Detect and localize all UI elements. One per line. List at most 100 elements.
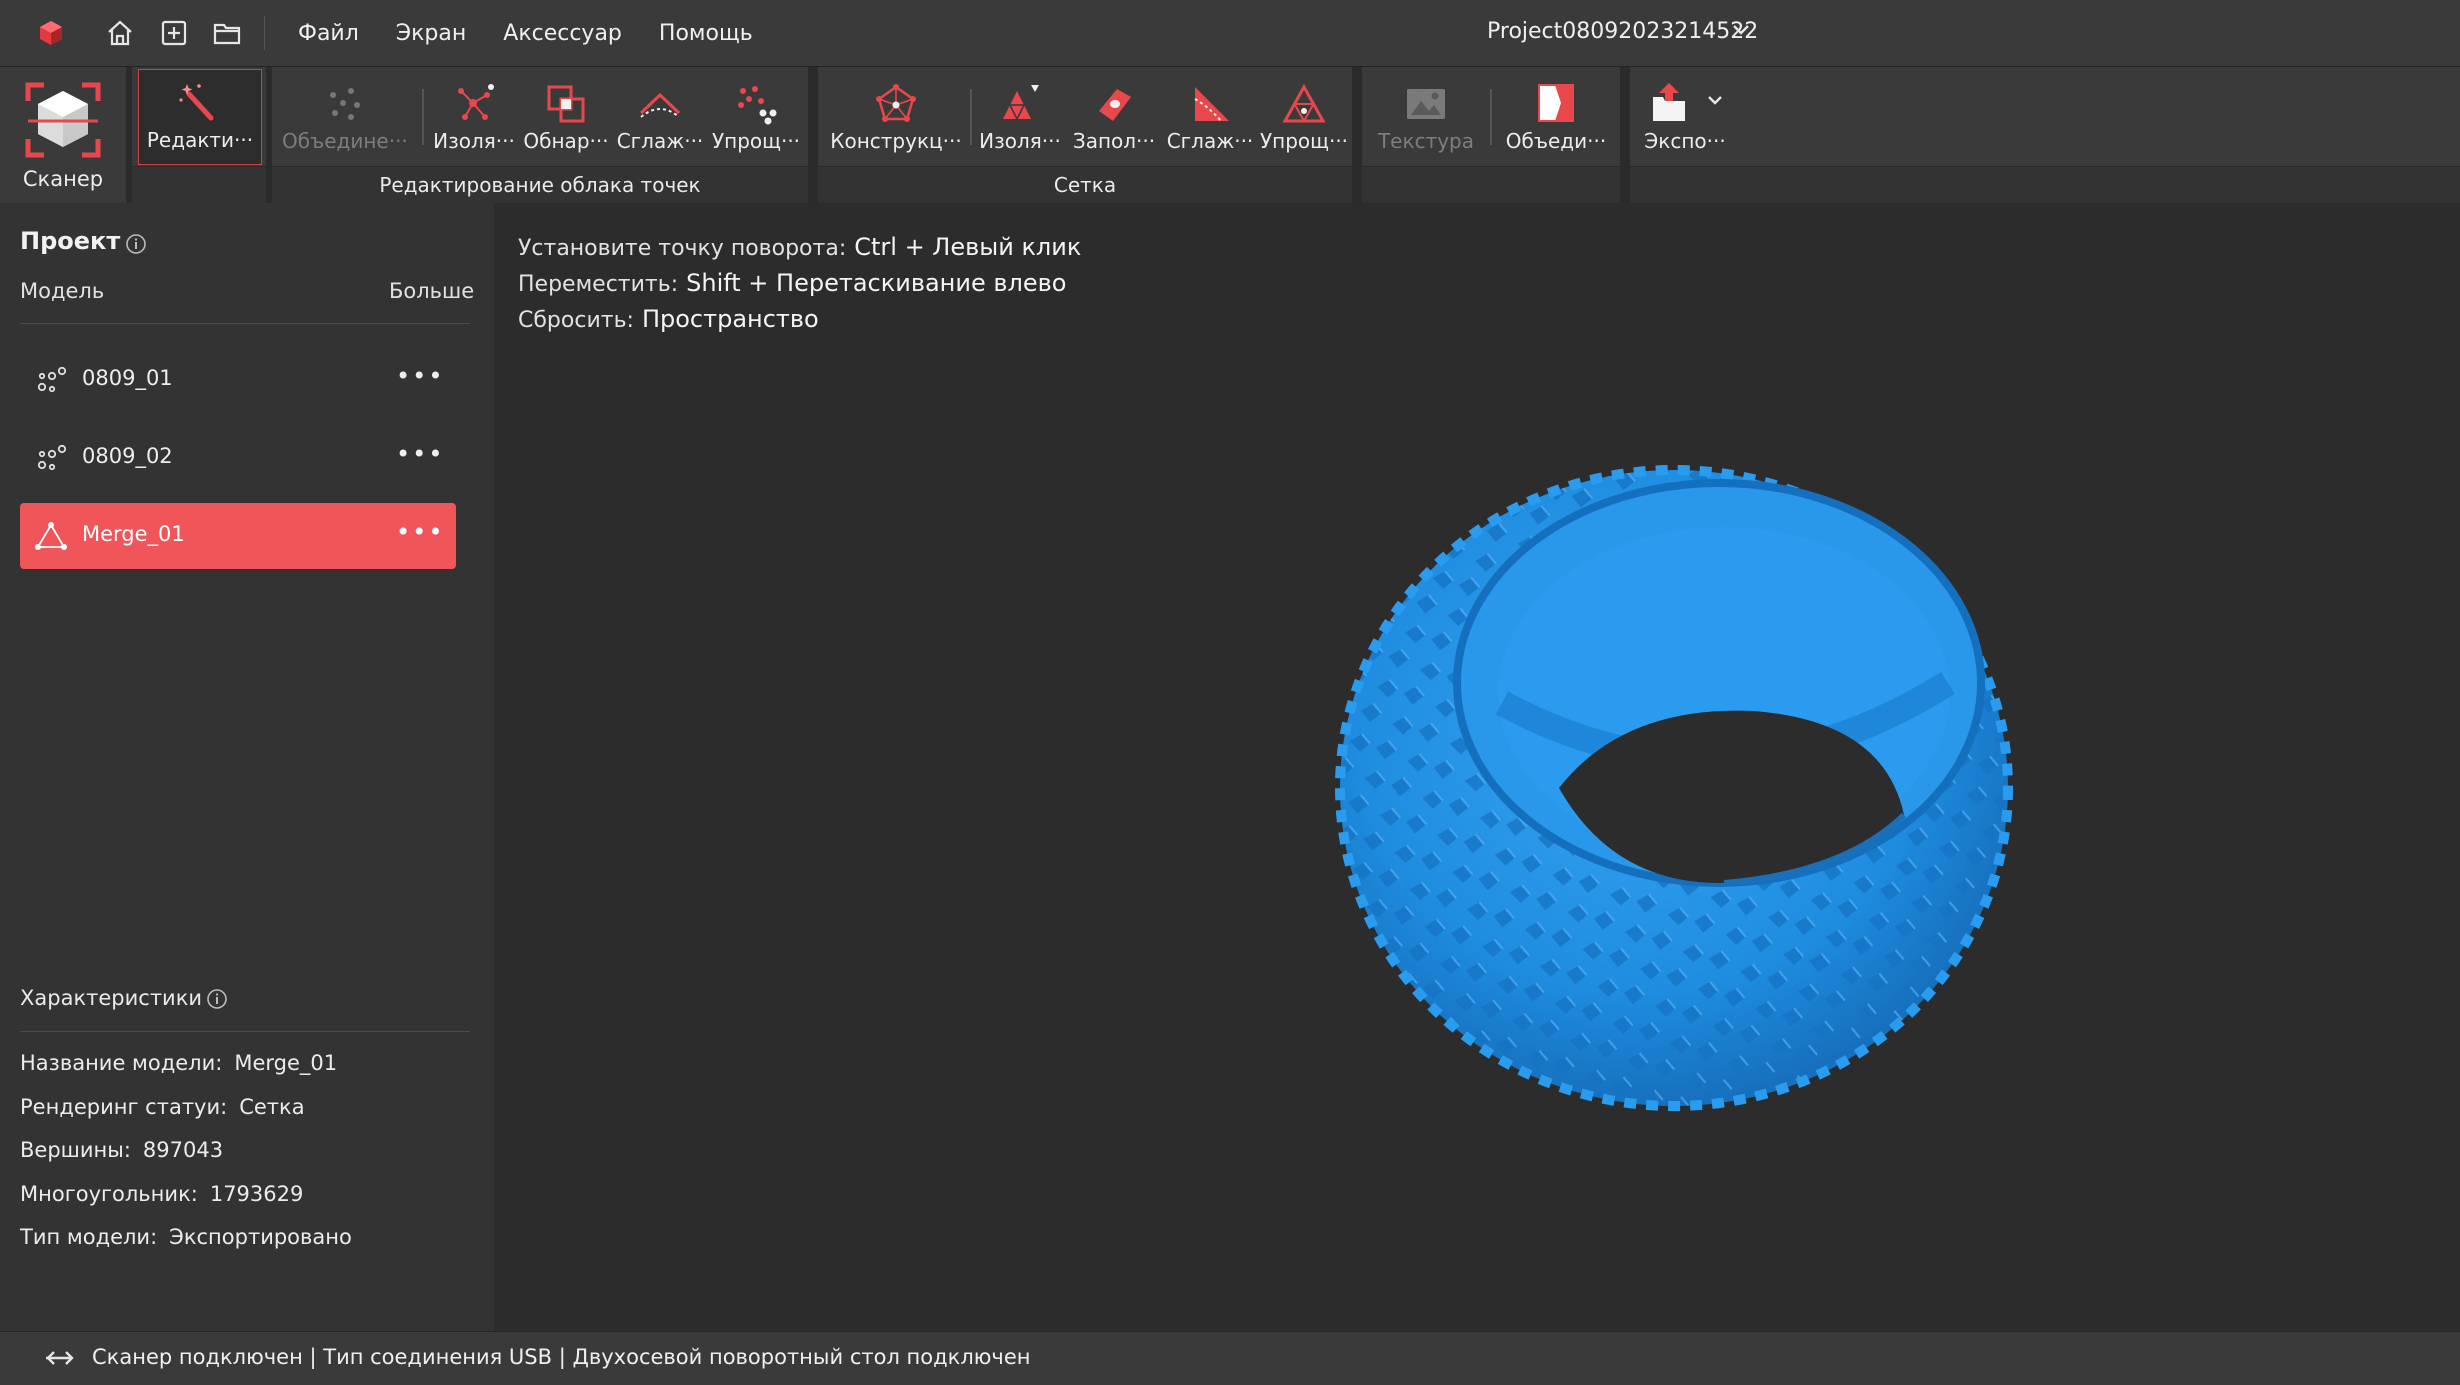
more-options-button[interactable]: ••• [396,362,444,390]
divider [20,323,470,324]
isolate-mesh-icon [1003,85,1039,120]
mesh-icon [35,522,67,550]
simplify-mesh-label: Упрощ··· [1259,129,1349,153]
property-vertices: Вершины: 897043 [20,1138,223,1162]
app-logo-icon [32,14,70,52]
merge-pointcloud-label: Объедине··· [282,129,408,153]
edit-group: Редакти··· [132,67,266,203]
detect-pointcloud-button[interactable]: Обнар··· [518,67,614,167]
new-project-icon[interactable] [155,14,193,52]
model-name: 0809_01 [82,366,173,390]
app-window: Файл Экран Аксессуар Помощь Project08092… [0,0,2460,1385]
detect-pointcloud-label: Обнар··· [523,129,609,153]
fill-holes-icon [1099,89,1131,121]
menu-accessory[interactable]: Аксессуар [503,21,622,46]
merge-mesh-label: Объеди··· [1505,129,1607,153]
property-key: Многоугольник: [20,1182,198,1206]
isolate-points-icon [458,84,494,120]
menu-screen[interactable]: Экран [396,21,466,46]
mesh-group-label: Сетка [818,166,1352,203]
info-icon[interactable] [206,988,228,1010]
property-model-type: Тип модели: Экспортировано [20,1225,352,1249]
scanner-button[interactable]: Сканер [0,67,126,203]
scanner-icon [25,82,101,158]
pointcloud-group: Объедине··· Изоля··· Обнар··· Сглаж··· У… [272,67,808,203]
isolate-pointcloud-label: Изоля··· [433,129,515,153]
3d-viewport[interactable]: Установите точку поворота: Ctrl + Левый к… [494,203,2460,1331]
panel-title: Проект [20,227,121,255]
property-value: 1793629 [209,1182,304,1206]
smooth-pointcloud-button[interactable]: Сглаж··· [612,67,708,167]
edit-group-footer [132,166,266,203]
status-bar: Сканер подключен | Тип соединения USB | … [0,1331,2460,1385]
properties-title: Характеристики [20,986,203,1010]
edit-button[interactable]: Редакти··· [138,69,262,165]
texture-label: Текстура [1377,129,1475,153]
3d-tire-model[interactable] [1324,443,2024,1123]
menu-bar: Файл Экран Аксессуар Помощь [298,0,790,66]
property-value: Экспортировано [169,1225,352,1249]
merge-pointcloud-button[interactable]: Объедине··· [282,67,408,167]
divider [264,16,265,50]
smooth-mesh-button[interactable]: Сглаж··· [1162,67,1258,167]
property-key: Рендеринг статуи: [20,1095,228,1119]
simplify-pointcloud-button[interactable]: Упрощ··· [706,67,806,167]
texture-group-footer [1362,166,1620,203]
hint-label: Сбросить: [518,308,634,333]
hint-label: Переместить: [518,272,679,297]
texture-button[interactable]: Текстура [1366,67,1486,167]
info-icon[interactable] [125,233,147,255]
scanner-label: Сканер [22,167,104,191]
project-panel: Проект Модель Больше 0809_01 ••• 0809_02… [0,203,494,1331]
property-key: Название модели: [20,1051,223,1075]
mesh-group: Конструкц··· Изоля··· Запол··· Сглаж··· … [818,67,1352,203]
more-options-button[interactable]: ••• [396,518,444,546]
smooth-points-icon [639,92,681,118]
model-row[interactable]: 0809_01 ••• [20,347,456,413]
merge-mesh-button[interactable]: Объеди··· [1494,67,1618,167]
smooth-mesh-label: Сглаж··· [1166,129,1254,153]
fill-holes-button[interactable]: Запол··· [1066,67,1162,167]
home-icon[interactable] [101,14,139,52]
model-name: Merge_01 [82,522,185,546]
isolate-pointcloud-button[interactable]: Изоля··· [426,67,522,167]
hint-reset: Сбросить: Пространство [518,305,819,333]
hint-label: Установите точку поворота: [518,236,847,261]
detect-overlap-icon [547,85,585,123]
texture-image-icon [1407,89,1445,119]
open-folder-icon[interactable] [208,14,246,52]
construct-mesh-button[interactable]: Конструкц··· [822,67,970,167]
project-name[interactable]: Project08092023214522 [1487,19,1758,44]
model-row[interactable]: 0809_02 ••• [20,425,456,491]
more-options-button[interactable]: ••• [396,440,444,468]
property-model-name: Название модели: Merge_01 [20,1051,337,1075]
simplify-mesh-button[interactable]: Упрощ··· [1256,67,1352,167]
chevron-down-icon[interactable] [1731,22,1751,41]
property-value: 897043 [142,1138,224,1162]
smooth-mesh-icon [1194,87,1229,122]
status-text: Сканер подключен | Тип соединения USB | … [92,1345,1031,1369]
point-cloud-icon [37,444,67,471]
isolate-mesh-button[interactable]: Изоля··· [970,67,1070,167]
export-group-footer [1630,166,2460,203]
export-button[interactable]: Экспо··· [1630,67,1730,167]
export-icon [1653,83,1685,121]
hint-shortcut: Shift + Перетаскивание влево [686,269,1067,297]
scanner-group: Сканер [0,67,126,203]
property-render-status: Рендеринг статуи: Сетка [20,1095,305,1119]
property-key: Вершины: [20,1138,131,1162]
menu-file[interactable]: Файл [298,21,359,46]
simplify-mesh-icon [1282,83,1326,123]
export-group: Экспо··· [1630,67,2460,203]
export-label: Экспо··· [1644,129,1726,153]
model-row-selected[interactable]: Merge_01 ••• [20,503,456,569]
point-cloud-icon [37,366,67,393]
column-model: Модель [20,279,105,303]
hint-shortcut: Пространство [641,305,819,333]
model-name: 0809_02 [82,444,173,468]
texture-group: Текстура Объеди··· [1362,67,1620,203]
hint-shortcut: Ctrl + Левый клик [854,233,1082,261]
menu-help[interactable]: Помощь [659,21,753,46]
hint-move: Переместить: Shift + Перетаскивание влево [518,269,1066,297]
chevron-down-icon[interactable] [1706,91,1724,110]
